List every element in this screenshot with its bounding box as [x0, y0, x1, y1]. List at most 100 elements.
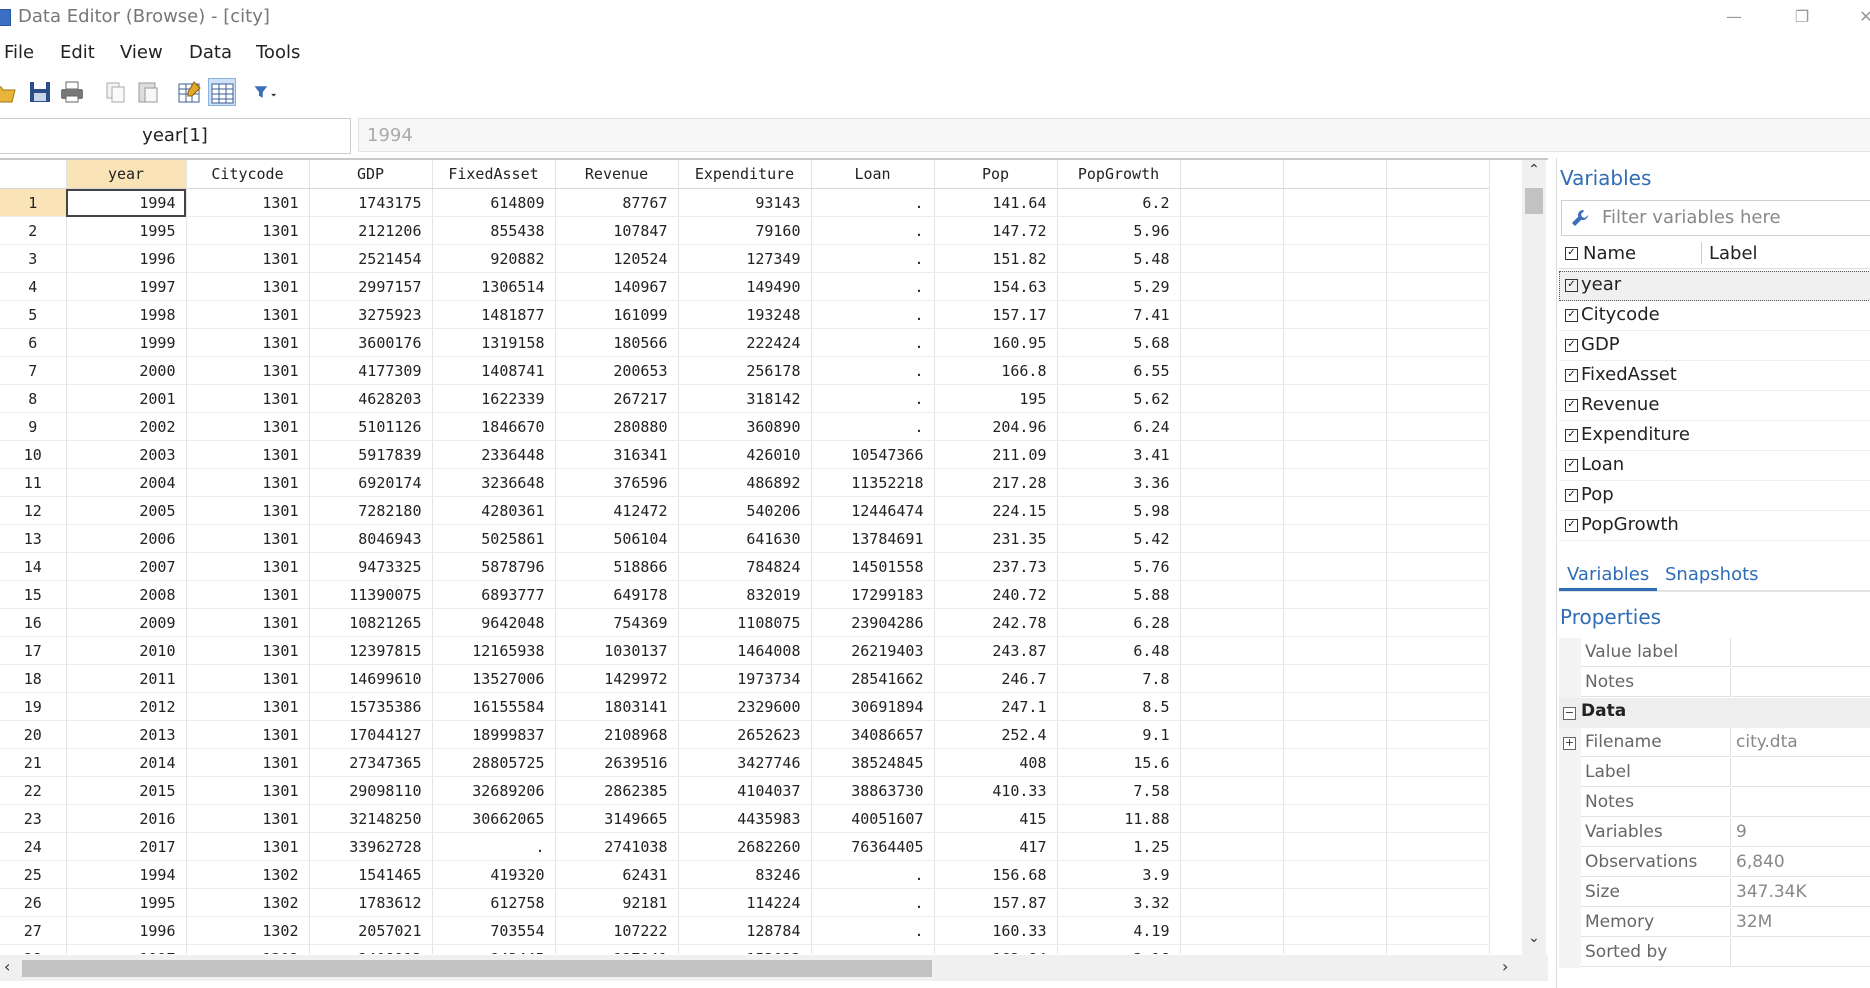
variable-checkbox[interactable]: ✓	[1565, 309, 1578, 322]
empty-cell[interactable]	[1386, 496, 1490, 525]
table-cell[interactable]: 1302	[186, 944, 310, 954]
property-row[interactable]: + Filename city.dta	[1559, 728, 1870, 758]
table-cell[interactable]: 2001	[66, 384, 187, 413]
table-row[interactable]: 18 2011 1301 14699610 13527006 1429972 1973734…	[0, 664, 1490, 693]
empty-cell[interactable]	[1180, 328, 1284, 357]
table-cell[interactable]: 28805725	[432, 748, 556, 777]
table-cell[interactable]: 18999837	[432, 720, 556, 749]
empty-cell[interactable]	[1386, 664, 1490, 693]
table-cell[interactable]: 1301	[186, 412, 310, 441]
tab-variables[interactable]: Variables	[1559, 562, 1658, 591]
table-cell[interactable]: 160.33	[934, 916, 1058, 945]
table-cell[interactable]: 518866	[555, 552, 679, 581]
table-cell[interactable]: .	[811, 356, 935, 385]
table-cell[interactable]: 9473325	[309, 552, 433, 581]
row-number[interactable]: 4	[0, 272, 67, 301]
empty-cell[interactable]	[1180, 216, 1284, 245]
variable-checkbox[interactable]: ✓	[1565, 399, 1578, 412]
table-cell[interactable]: 237.73	[934, 552, 1058, 581]
table-cell[interactable]: 1301	[186, 692, 310, 721]
empty-cell[interactable]	[1386, 272, 1490, 301]
empty-cell[interactable]	[1386, 804, 1490, 833]
table-cell[interactable]: 5101126	[309, 412, 433, 441]
paste-icon[interactable]	[134, 78, 162, 106]
table-cell[interactable]: 32148250	[309, 804, 433, 833]
row-number[interactable]: 22	[0, 776, 67, 805]
table-cell[interactable]: 2108968	[555, 720, 679, 749]
empty-cell[interactable]	[1283, 496, 1387, 525]
open-icon[interactable]	[0, 78, 18, 106]
table-row[interactable]: 10 2003 1301 5917839 2336448 316341 426010 1054…	[0, 440, 1490, 469]
table-cell[interactable]: 1301	[186, 384, 310, 413]
column-header[interactable]: FixedAsset	[432, 160, 556, 189]
table-cell[interactable]: 79160	[678, 216, 812, 245]
table-cell[interactable]: 7282180	[309, 496, 433, 525]
table-cell[interactable]: 222424	[678, 328, 812, 357]
table-cell[interactable]: 832019	[678, 580, 812, 609]
table-cell[interactable]: 1301	[186, 468, 310, 497]
close-button[interactable]: ✕	[1846, 4, 1870, 30]
filter-icon[interactable]	[252, 78, 296, 106]
variable-checkbox[interactable]: ✓	[1565, 519, 1578, 532]
row-number[interactable]: 6	[0, 328, 67, 357]
row-number[interactable]: 9	[0, 412, 67, 441]
table-cell[interactable]: 200653	[555, 356, 679, 385]
row-number[interactable]: 18	[0, 664, 67, 693]
table-cell[interactable]: 2336448	[432, 440, 556, 469]
table-cell[interactable]: 1301	[186, 580, 310, 609]
table-cell[interactable]: 23904286	[811, 608, 935, 637]
variable-checkbox[interactable]: ✓	[1565, 489, 1578, 502]
table-cell[interactable]: 147.72	[934, 216, 1058, 245]
empty-cell[interactable]	[1386, 580, 1490, 609]
table-cell[interactable]: 114224	[678, 888, 812, 917]
table-row[interactable]: 19 2012 1301 15735386 16155584 1803141 2329600…	[0, 692, 1490, 721]
empty-cell[interactable]	[1283, 188, 1387, 217]
table-cell[interactable]: 27347365	[309, 748, 433, 777]
table-cell[interactable]: 1301	[186, 664, 310, 693]
empty-cell[interactable]	[1283, 356, 1387, 385]
table-cell[interactable]: 412472	[555, 496, 679, 525]
table-cell[interactable]: 419320	[432, 860, 556, 889]
table-cell[interactable]: 15.6	[1057, 748, 1181, 777]
table-cell[interactable]: 4628203	[309, 384, 433, 413]
table-cell[interactable]: 1996	[66, 916, 187, 945]
table-cell[interactable]: 14501558	[811, 552, 935, 581]
empty-cell[interactable]	[1386, 300, 1490, 329]
table-cell[interactable]: 2329600	[678, 692, 812, 721]
table-cell[interactable]: 2057021	[309, 916, 433, 945]
empty-cell[interactable]	[1283, 440, 1387, 469]
table-cell[interactable]: 3.9	[1057, 860, 1181, 889]
table-cell[interactable]: 2008	[66, 580, 187, 609]
table-cell[interactable]: 247.1	[934, 692, 1058, 721]
table-row[interactable]: 26 1995 1302 1783612 612758 92181 114224. 157.8…	[0, 888, 1490, 917]
empty-cell[interactable]	[1386, 860, 1490, 889]
table-cell[interactable]: 1301	[186, 300, 310, 329]
table-cell[interactable]: 157.87	[934, 888, 1058, 917]
table-cell[interactable]: 5.29	[1057, 272, 1181, 301]
column-header[interactable]: Citycode	[186, 160, 310, 189]
name-column-header[interactable]: Name	[1583, 243, 1636, 264]
variable-checkbox[interactable]: ✓	[1565, 339, 1578, 352]
table-cell[interactable]: 6.48	[1057, 636, 1181, 665]
table-cell[interactable]: 3275923	[309, 300, 433, 329]
empty-cell[interactable]	[1386, 916, 1490, 945]
empty-cell[interactable]	[1180, 860, 1284, 889]
table-cell[interactable]: 5.76	[1057, 552, 1181, 581]
table-cell[interactable]: 2002	[66, 412, 187, 441]
table-cell[interactable]: 3236648	[432, 468, 556, 497]
table-cell[interactable]: 14699610	[309, 664, 433, 693]
restore-button[interactable]: ❐	[1782, 4, 1822, 30]
table-cell[interactable]: 153023	[678, 944, 812, 954]
table-cell[interactable]: 1301	[186, 216, 310, 245]
table-cell[interactable]: 38524845	[811, 748, 935, 777]
table-cell[interactable]: 2017	[66, 832, 187, 861]
empty-cell[interactable]	[1180, 468, 1284, 497]
data-editor-browse-icon[interactable]	[208, 78, 236, 106]
table-cell[interactable]: 1301	[186, 188, 310, 217]
table-cell[interactable]: 1302	[186, 888, 310, 917]
empty-cell[interactable]	[1386, 888, 1490, 917]
empty-cell[interactable]	[1386, 412, 1490, 441]
empty-cell[interactable]	[1386, 720, 1490, 749]
table-row[interactable]: 9 2002 1301 5101126 1846670 280880 360890. 204.…	[0, 412, 1490, 441]
table-cell[interactable]: 76364405	[811, 832, 935, 861]
